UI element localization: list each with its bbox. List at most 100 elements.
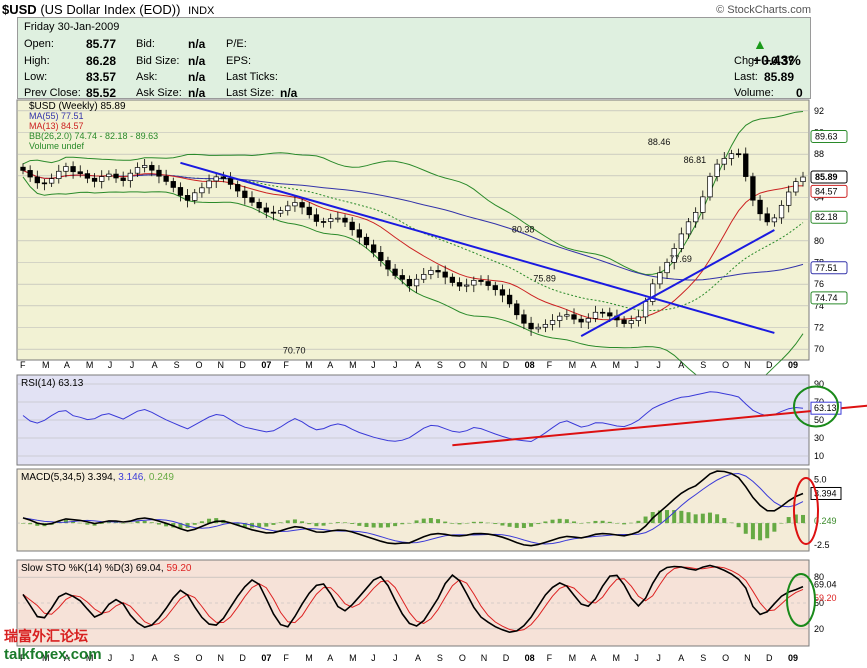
candle-down <box>521 314 527 324</box>
candle-up <box>664 261 670 274</box>
candle-down <box>170 181 176 188</box>
macd-histogram-bar <box>679 510 684 524</box>
candle-down <box>91 177 98 182</box>
macd-histogram-bar <box>271 523 276 525</box>
axis-label-top: O <box>459 360 466 370</box>
candle-up <box>585 318 591 323</box>
axis-label-bottom: N <box>481 653 488 663</box>
candle-up <box>277 210 284 214</box>
axis-label-bottom: 08 <box>525 653 535 663</box>
macd-histogram-bar <box>772 523 777 532</box>
candle-up <box>285 205 291 211</box>
candle-down <box>456 282 463 287</box>
candle-down <box>34 176 40 184</box>
macd-histogram-bar <box>715 514 720 524</box>
candle-up <box>542 324 549 328</box>
charts-canvas: 70727476788082848688909270.7075.8980.388… <box>16 99 867 663</box>
macd-histogram-bar <box>493 523 498 525</box>
candle-down <box>406 278 413 287</box>
y-tick-label: 72 <box>814 323 824 333</box>
candle-down <box>342 217 348 223</box>
value-tag-label: 85.89 <box>815 172 838 182</box>
candle-down <box>528 322 534 330</box>
macd-histogram-bar <box>722 518 727 524</box>
svg-text:瑞富外汇论坛: 瑞富外汇论坛 <box>4 628 88 644</box>
candle-down <box>20 166 26 171</box>
macd-histogram-bar <box>665 510 670 524</box>
macd-histogram-bar <box>758 523 763 541</box>
candle-down <box>478 279 484 282</box>
axis-label-top: M <box>305 360 313 370</box>
axis-label-bottom: J <box>393 653 398 663</box>
candle-up <box>557 315 563 321</box>
axis-label-bottom: A <box>327 653 333 663</box>
candle-down <box>113 173 119 179</box>
candle-down <box>356 229 362 238</box>
candle-up <box>728 153 735 159</box>
candle-up <box>685 221 692 235</box>
candle-up <box>56 170 62 179</box>
candle-down <box>263 207 269 213</box>
axis-label-top: N <box>744 360 751 370</box>
price-annotation: 86.81 <box>684 155 707 165</box>
candle-up <box>707 176 713 198</box>
value-tag-label: 74.74 <box>815 293 838 303</box>
macd-histogram-bar <box>385 523 390 528</box>
macd-histogram-bar <box>700 513 705 524</box>
candle-up <box>693 212 699 223</box>
legend-entry: BB(26,2.0) 74.74 - 82.18 - 89.63 <box>29 131 158 141</box>
axis-label-bottom: S <box>437 653 443 663</box>
candle-down <box>349 221 355 231</box>
candle-up <box>292 202 298 207</box>
candle-up <box>464 284 470 287</box>
price-panel: 70727476788082848688909270.7075.8980.388… <box>16 99 848 395</box>
macd-histogram-bar <box>471 521 476 524</box>
axis-label-top: J <box>656 360 661 370</box>
y-tick-label: 76 <box>814 279 824 289</box>
value-tag-label: 77.51 <box>815 263 838 273</box>
legend-entry: Volume undef <box>29 141 85 151</box>
macd-histogram-bar <box>121 523 126 524</box>
axis-label-bottom: A <box>152 653 158 663</box>
macd-histogram-bar <box>536 523 541 525</box>
axis-label-top: D <box>766 360 773 370</box>
axis-label-top: O <box>196 360 203 370</box>
macd-histogram-bar <box>364 523 369 527</box>
candle-up <box>421 274 427 280</box>
candle-up <box>206 180 212 189</box>
panel-title: Slow STO %K(14) %D(3) 69.04, 59.20 <box>21 563 192 574</box>
watermark-logo: 瑞富外汇论坛 talkforex.com <box>4 628 102 663</box>
candle-up <box>328 218 334 222</box>
axis-label-bottom: D <box>766 653 773 663</box>
candle-down <box>306 206 312 216</box>
candle-down <box>184 195 191 201</box>
macd-histogram-bar <box>514 523 519 528</box>
candle-down <box>506 294 513 305</box>
axis-label-top: S <box>437 360 443 370</box>
axis-label-bottom: A <box>415 653 421 663</box>
candle-down <box>578 318 584 323</box>
axis-label-top: M <box>612 360 620 370</box>
axis-label-top: M <box>349 360 357 370</box>
candle-down <box>27 170 33 178</box>
axis-label-top: M <box>86 360 94 370</box>
macd-histogram-bar <box>300 521 305 524</box>
value-tag-label: 82.18 <box>815 212 838 222</box>
candle-down <box>757 199 763 215</box>
y-tick-label: 70 <box>814 344 824 354</box>
candle-up <box>714 163 720 177</box>
macd-histogram-bar <box>529 523 534 527</box>
macd-histogram-bar <box>192 523 197 525</box>
candle-up <box>471 279 477 286</box>
candle-down <box>270 211 277 214</box>
candle-up <box>642 301 649 318</box>
candle-up <box>63 166 69 172</box>
candle-down <box>499 289 506 296</box>
macd-histogram-bar <box>464 523 469 524</box>
macd-histogram-bar <box>550 519 555 524</box>
macd-title-main: MACD(5,34,5) 3.394, <box>21 472 118 483</box>
candle-down <box>743 153 749 177</box>
candle-down <box>750 176 756 201</box>
macd-histogram-bar <box>85 523 90 525</box>
axis-label-bottom: F <box>283 653 289 663</box>
